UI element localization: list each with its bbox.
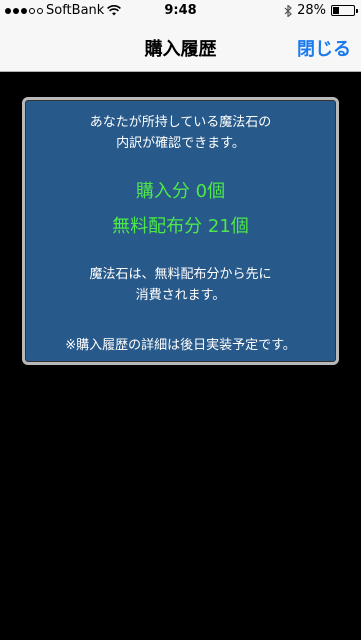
note-line-2: 消費されます。 <box>135 288 226 303</box>
note-line-1: 魔法石は、無料配布分から先に <box>89 267 272 282</box>
close-button[interactable]: 閉じる <box>297 35 351 61</box>
purchased-count: 購入分 0個 <box>135 181 226 202</box>
status-right: 28% <box>284 3 358 18</box>
bluetooth-icon <box>284 4 292 17</box>
battery-percent: 28% <box>297 3 326 18</box>
consumption-note: 魔法石は、無料配布分から先に 消費されます。 <box>25 264 336 306</box>
magic-stone-breakdown-panel: あなたが所持している魔法石の 内訳が確認できます。 購入分 0個 無料配布分 2… <box>22 97 339 365</box>
intro-text: あなたが所持している魔法石の 内訳が確認できます。 <box>25 112 336 154</box>
footnote-text: ※購入履歴の詳細は後日実装予定です。 <box>65 338 296 353</box>
battery-fill <box>333 7 339 14</box>
status-bar: SoftBank 9:48 28% <box>0 0 361 22</box>
intro-line-1: あなたが所持している魔法石の <box>89 115 272 130</box>
navigation-bar: 購入履歴 閉じる <box>0 22 361 72</box>
free-count: 無料配布分 21個 <box>112 216 249 237</box>
intro-line-2: 内訳が確認できます。 <box>116 136 245 151</box>
battery-icon <box>331 5 358 16</box>
